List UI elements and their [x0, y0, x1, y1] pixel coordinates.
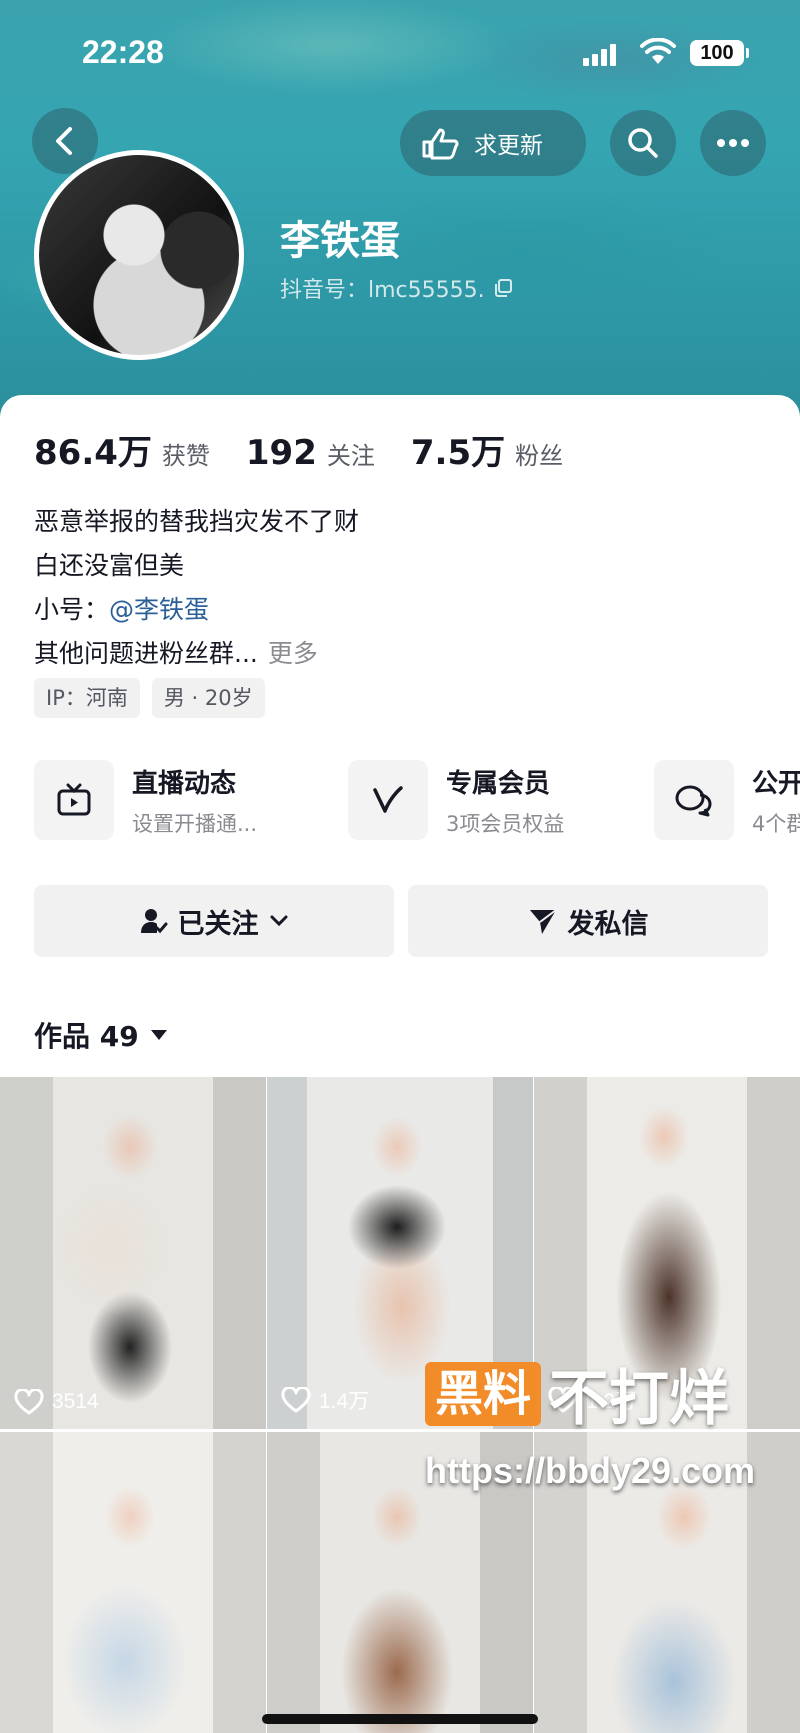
v-icon: [348, 760, 428, 840]
feature-group-chat[interactable]: 公开 4个群: [654, 760, 800, 840]
watermark-box-text: 黑料: [425, 1361, 542, 1426]
stat-label: 粉丝: [515, 442, 564, 470]
feature-subtitle: 设置开播通...: [132, 811, 258, 836]
video-likes: 1.4万: [281, 1385, 369, 1415]
bio-line: 恶意举报的替我挡灾发不了财: [34, 507, 360, 536]
feature-title: 专属会员: [446, 768, 551, 799]
caret-down-icon: [150, 1030, 167, 1040]
more-dots-icon: [717, 139, 749, 147]
home-indicator[interactable]: [262, 1714, 538, 1724]
heart-icon: [14, 1389, 44, 1415]
profile-name: 李铁蛋: [280, 218, 400, 264]
stat-following[interactable]: 192 关注: [246, 433, 375, 473]
following-button[interactable]: 已关注: [34, 885, 394, 957]
stat-value: 86.4万: [34, 433, 152, 473]
video-likes-count: 3514: [52, 1390, 99, 1413]
profile-banner: 22:28 100 求更新 李铁蛋 抖音号：lmc55555.: [0, 0, 800, 420]
following-label: 已关注: [177, 908, 259, 940]
chat-icon: [654, 760, 734, 840]
ip-tag: IP：河南: [34, 678, 140, 718]
video-thumbnail[interactable]: 3514: [0, 1077, 266, 1429]
stat-value: 192: [245, 433, 317, 473]
profile-tags: IP：河南 男 · 20岁: [34, 678, 265, 718]
feature-live[interactable]: 直播动态 设置开播通...: [34, 760, 257, 840]
bio-text: 其他问题进粉丝群...: [34, 639, 258, 668]
bio-line: 白还没富但美: [34, 551, 185, 580]
search-icon: [628, 128, 658, 158]
copy-icon[interactable]: [493, 278, 513, 298]
search-button[interactable]: [610, 110, 676, 176]
feature-membership[interactable]: 专属会员 3项会员权益: [348, 760, 564, 840]
user-check-icon: [140, 909, 167, 934]
bio: 恶意举报的替我挡灾发不了财 白还没富但美 小号：@李铁蛋 其他问题进粉丝群...…: [34, 500, 359, 676]
stat-likes[interactable]: 86.4万 获赞: [34, 425, 210, 474]
more-button[interactable]: [700, 110, 766, 176]
gender-age-tag: 男 · 20岁: [151, 678, 265, 718]
bio-more-link[interactable]: 更多: [268, 639, 318, 668]
stat-followers[interactable]: 7.5万 粉丝: [411, 425, 563, 474]
video-thumbnail[interactable]: [0, 1432, 266, 1733]
stat-label: 获赞: [161, 442, 210, 470]
feature-subtitle: 3项会员权益: [446, 811, 565, 836]
feature-title: 直播动态: [132, 768, 237, 799]
chevron-down-icon: [270, 915, 287, 927]
bio-mention-link[interactable]: @李铁蛋: [109, 595, 209, 624]
douyin-id[interactable]: 抖音号：lmc55555.: [280, 272, 513, 304]
stat-label: 关注: [326, 442, 375, 470]
bio-alt-prefix: 小号：: [34, 595, 110, 624]
stat-value: 7.5万: [410, 433, 506, 473]
send-icon: [529, 909, 557, 934]
request-update-button[interactable]: 求更新: [400, 110, 586, 176]
feature-row: 直播动态 设置开播通... 专属会员 3项会员权益 公开 4个群: [34, 760, 800, 850]
wifi-icon: [640, 38, 676, 64]
bio-line: 小号：@李铁蛋: [34, 588, 359, 632]
stats-row: 86.4万 获赞 192 关注 7.5万 粉丝: [34, 425, 599, 474]
status-bar: 22:28 100: [0, 28, 800, 78]
chevron-left-icon: [56, 127, 72, 155]
status-time: 22:28: [82, 34, 164, 70]
hand-point-icon: [422, 128, 459, 160]
feature-subtitle: 4个群: [752, 811, 800, 836]
works-tab[interactable]: 作品 49: [34, 1015, 169, 1055]
avatar[interactable]: [34, 150, 244, 360]
video-likes: 3514: [14, 1389, 99, 1415]
cellular-signal-icon: [583, 44, 616, 66]
bio-line: 其他问题进粉丝群... 更多: [34, 632, 359, 676]
request-update-label: 求更新: [474, 133, 543, 159]
watermark-text: 不打烊: [549, 1364, 730, 1434]
feature-title: 公开: [752, 768, 800, 799]
works-label: 作品 49: [34, 1020, 139, 1053]
battery-indicator: 100: [690, 40, 749, 66]
watermark: 黑料 不打烊 https://bbdy29.com: [425, 1350, 795, 1540]
action-buttons: 已关注 发私信: [34, 885, 768, 957]
heart-icon: [281, 1387, 311, 1413]
send-message-label: 发私信: [567, 908, 649, 940]
watermark-url: https://bbdy29.com: [425, 1450, 756, 1491]
tv-icon: [34, 760, 114, 840]
video-likes-count: 1.4万: [319, 1390, 370, 1413]
send-message-button[interactable]: 发私信: [408, 885, 768, 957]
watermark-logo: 黑料 不打烊: [425, 1350, 729, 1437]
douyin-id-text: 抖音号：lmc55555.: [280, 278, 485, 303]
